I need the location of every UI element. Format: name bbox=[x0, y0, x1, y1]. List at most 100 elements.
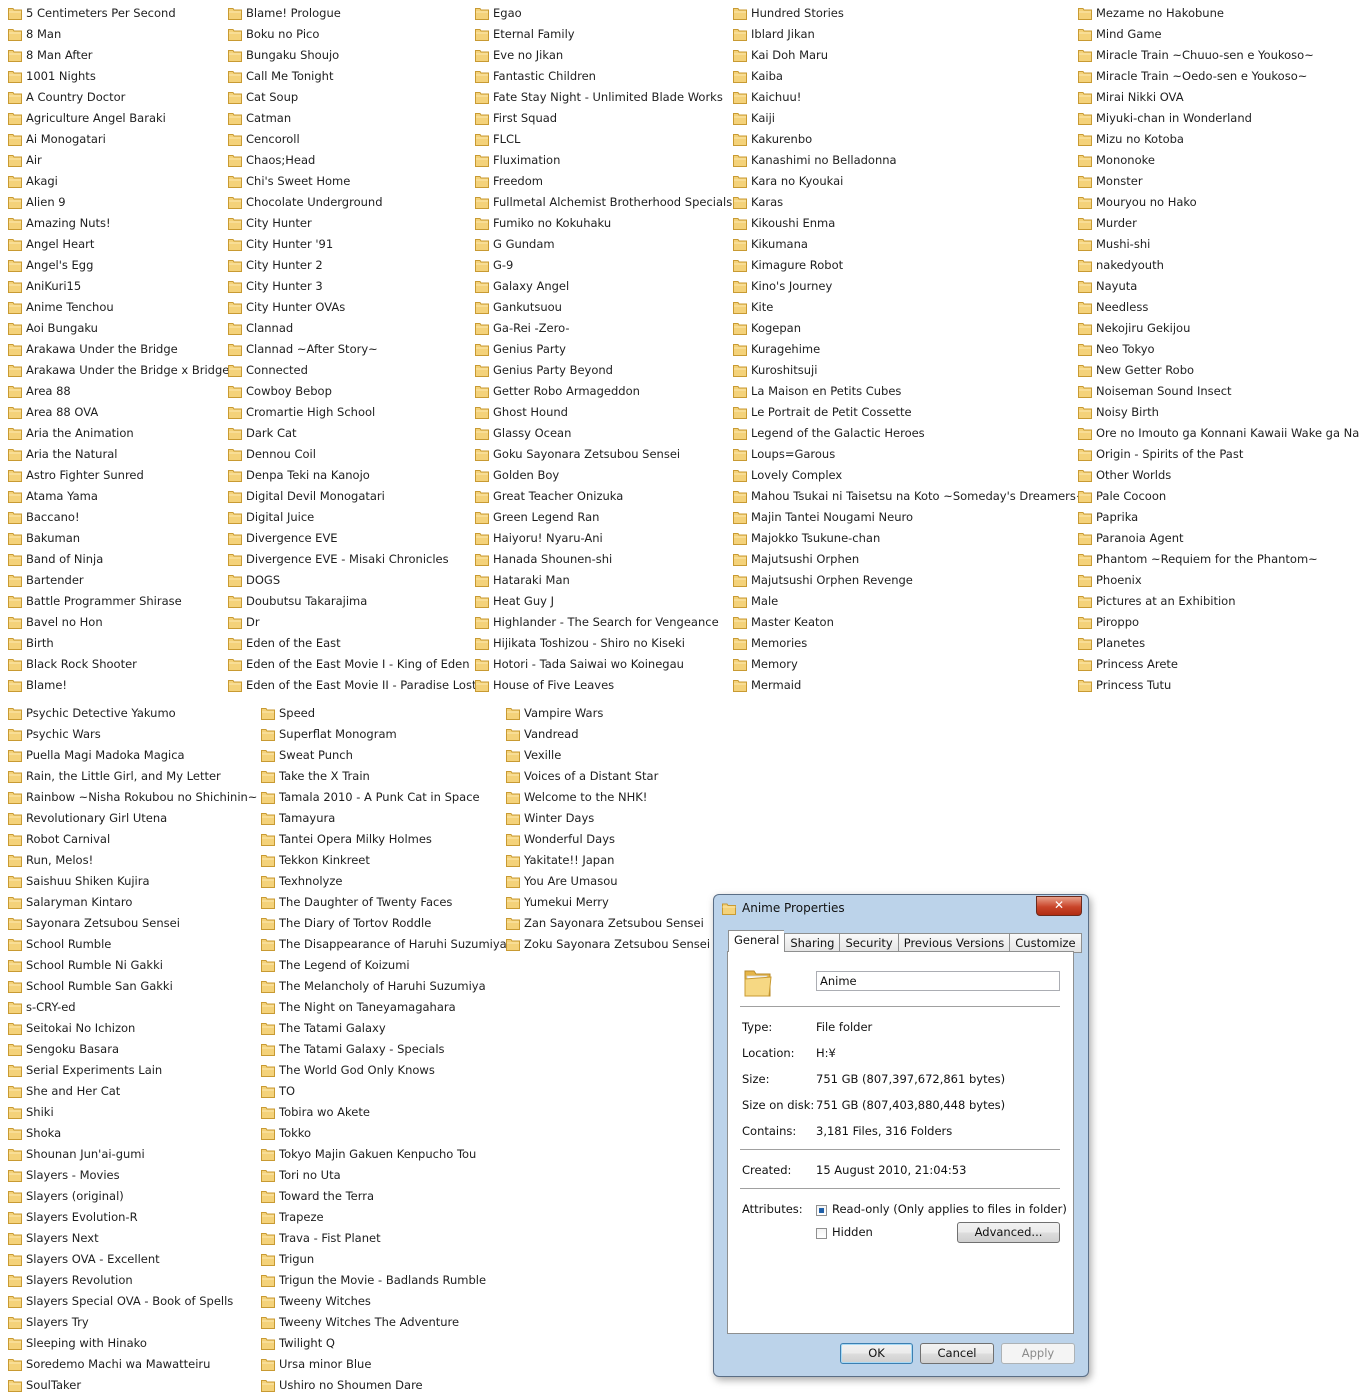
folder-item[interactable]: Amazing Nuts! bbox=[8, 213, 229, 234]
tab-security[interactable]: Security bbox=[839, 933, 898, 953]
folder-item[interactable]: Master Keaton bbox=[733, 612, 1086, 633]
folder-item[interactable]: Kimagure Robot bbox=[733, 255, 1086, 276]
folder-item[interactable]: Majin Tantei Nougami Neuro bbox=[733, 507, 1086, 528]
folder-name-input[interactable] bbox=[816, 971, 1060, 991]
folder-item[interactable]: Psychic Detective Yakumo bbox=[8, 703, 257, 724]
folder-item[interactable]: The Tatami Galaxy - Specials bbox=[261, 1039, 507, 1060]
folder-item[interactable]: Arakawa Under the Bridge bbox=[8, 339, 229, 360]
folder-item[interactable]: Revolutionary Girl Utena bbox=[8, 808, 257, 829]
folder-item[interactable]: Ore no Imouto ga Konnani Kawaii Wake ga … bbox=[1078, 423, 1360, 444]
folder-item[interactable]: Superflat Monogram bbox=[261, 724, 507, 745]
folder-item[interactable]: Tori no Uta bbox=[261, 1165, 507, 1186]
folder-item[interactable]: 5 Centimeters Per Second bbox=[8, 3, 229, 24]
folder-item[interactable]: Mononoke bbox=[1078, 150, 1360, 171]
folder-item[interactable]: Bavel no Hon bbox=[8, 612, 229, 633]
folder-item[interactable]: s-CRY-ed bbox=[8, 997, 257, 1018]
folder-item[interactable]: Zoku Sayonara Zetsubou Sensei bbox=[506, 934, 710, 955]
folder-item[interactable]: Fantastic Children bbox=[475, 66, 732, 87]
folder-item[interactable]: Baccano! bbox=[8, 507, 229, 528]
folder-item[interactable]: Goku Sayonara Zetsubou Sensei bbox=[475, 444, 732, 465]
folder-item[interactable]: Serial Experiments Lain bbox=[8, 1060, 257, 1081]
folder-item[interactable]: Trapeze bbox=[261, 1207, 507, 1228]
folder-item[interactable]: She and Her Cat bbox=[8, 1081, 257, 1102]
folder-item[interactable]: Genius Party bbox=[475, 339, 732, 360]
folder-item[interactable]: Mezame no Hakobune bbox=[1078, 3, 1360, 24]
folder-item[interactable]: Green Legend Ran bbox=[475, 507, 732, 528]
folder-item[interactable]: Golden Boy bbox=[475, 465, 732, 486]
folder-item[interactable]: Kikumana bbox=[733, 234, 1086, 255]
folder-item[interactable]: Tweeny Witches The Adventure bbox=[261, 1312, 507, 1333]
folder-item[interactable]: DOGS bbox=[228, 570, 476, 591]
folder-item[interactable]: Arakawa Under the Bridge x Bridge bbox=[8, 360, 229, 381]
folder-item[interactable]: Freedom bbox=[475, 171, 732, 192]
folder-item[interactable]: Fullmetal Alchemist Brotherhood Specials bbox=[475, 192, 732, 213]
folder-item[interactable]: Mahou Tsukai ni Taisetsu na Koto ~Someda… bbox=[733, 486, 1086, 507]
folder-item[interactable]: 8 Man After bbox=[8, 45, 229, 66]
folder-item[interactable]: Kai Doh Maru bbox=[733, 45, 1086, 66]
folder-item[interactable]: Origin - Spirits of the Past bbox=[1078, 444, 1360, 465]
folder-item[interactable]: Tweeny Witches bbox=[261, 1291, 507, 1312]
folder-item[interactable]: G-9 bbox=[475, 255, 732, 276]
folder-item[interactable]: Aoi Bungaku bbox=[8, 318, 229, 339]
folder-item[interactable]: School Rumble Ni Gakki bbox=[8, 955, 257, 976]
folder-item[interactable]: Heat Guy J bbox=[475, 591, 732, 612]
folder-item[interactable]: Trigun the Movie - Badlands Rumble bbox=[261, 1270, 507, 1291]
folder-item[interactable]: Bakuman bbox=[8, 528, 229, 549]
folder-item[interactable]: Needless bbox=[1078, 297, 1360, 318]
folder-item[interactable]: Chi's Sweet Home bbox=[228, 171, 476, 192]
folder-item[interactable]: Tamayura bbox=[261, 808, 507, 829]
folder-item[interactable]: Paprika bbox=[1078, 507, 1360, 528]
folder-item[interactable]: Sleeping with Hinako bbox=[8, 1333, 257, 1354]
folder-item[interactable]: Puella Magi Madoka Magica bbox=[8, 745, 257, 766]
folder-item[interactable]: Mizu no Kotoba bbox=[1078, 129, 1360, 150]
folder-item[interactable]: Paranoia Agent bbox=[1078, 528, 1360, 549]
folder-item[interactable]: Lovely Complex bbox=[733, 465, 1086, 486]
folder-item[interactable]: The Legend of Koizumi bbox=[261, 955, 507, 976]
folder-item[interactable]: Atama Yama bbox=[8, 486, 229, 507]
folder-item[interactable]: Shoka bbox=[8, 1123, 257, 1144]
folder-item[interactable]: Clannad bbox=[228, 318, 476, 339]
folder-item[interactable]: Trigun bbox=[261, 1249, 507, 1270]
folder-item[interactable]: Angel Heart bbox=[8, 234, 229, 255]
folder-item[interactable]: The World God Only Knows bbox=[261, 1060, 507, 1081]
folder-item[interactable]: The Diary of Tortov Roddle bbox=[261, 913, 507, 934]
folder-item[interactable]: Sweat Punch bbox=[261, 745, 507, 766]
folder-item[interactable]: Saishuu Shiken Kujira bbox=[8, 871, 257, 892]
folder-item[interactable]: Dark Cat bbox=[228, 423, 476, 444]
folder-item[interactable]: Glassy Ocean bbox=[475, 423, 732, 444]
folder-item[interactable]: Aria the Animation bbox=[8, 423, 229, 444]
folder-item[interactable]: Piroppo bbox=[1078, 612, 1360, 633]
folder-item[interactable]: Kikoushi Enma bbox=[733, 213, 1086, 234]
folder-item[interactable]: Soredemo Machi wa Mawatteiru bbox=[8, 1354, 257, 1375]
folder-item[interactable]: Kanashimi no Belladonna bbox=[733, 150, 1086, 171]
folder-item[interactable]: Mind Game bbox=[1078, 24, 1360, 45]
folder-item[interactable]: Eve no Jikan bbox=[475, 45, 732, 66]
folder-item[interactable]: Connected bbox=[228, 360, 476, 381]
folder-item[interactable]: Yakitate!! Japan bbox=[506, 850, 710, 871]
folder-item[interactable]: Gankutsuou bbox=[475, 297, 732, 318]
folder-item[interactable]: Divergence EVE bbox=[228, 528, 476, 549]
folder-item[interactable]: SoulTaker bbox=[8, 1375, 257, 1396]
folder-item[interactable]: Cowboy Bebop bbox=[228, 381, 476, 402]
folder-item[interactable]: Majokko Tsukune-chan bbox=[733, 528, 1086, 549]
folder-item[interactable]: Cromartie High School bbox=[228, 402, 476, 423]
folder-item[interactable]: The Tatami Galaxy bbox=[261, 1018, 507, 1039]
folder-item[interactable]: Speed bbox=[261, 703, 507, 724]
folder-item[interactable]: Ushiro no Shoumen Dare bbox=[261, 1375, 507, 1396]
folder-item[interactable]: Winter Days bbox=[506, 808, 710, 829]
folder-item[interactable]: Aria the Natural bbox=[8, 444, 229, 465]
folder-item[interactable]: Majutsushi Orphen Revenge bbox=[733, 570, 1086, 591]
tab-sharing[interactable]: Sharing bbox=[784, 933, 840, 953]
folder-item[interactable]: Vampire Wars bbox=[506, 703, 710, 724]
folder-item[interactable]: Ursa minor Blue bbox=[261, 1354, 507, 1375]
folder-item[interactable]: Slayers Try bbox=[8, 1312, 257, 1333]
folder-item[interactable]: City Hunter 2 bbox=[228, 255, 476, 276]
folder-item[interactable]: Zan Sayonara Zetsubou Sensei bbox=[506, 913, 710, 934]
folder-item[interactable]: Miracle Train ~Oedo-sen e Youkoso~ bbox=[1078, 66, 1360, 87]
folder-item[interactable]: Slayers Special OVA - Book of Spells bbox=[8, 1291, 257, 1312]
folder-item[interactable]: Cencoroll bbox=[228, 129, 476, 150]
folder-item[interactable]: Fluximation bbox=[475, 150, 732, 171]
folder-item[interactable]: Texhnolyze bbox=[261, 871, 507, 892]
folder-item[interactable]: Loups=Garous bbox=[733, 444, 1086, 465]
folder-item[interactable]: Anime Tenchou bbox=[8, 297, 229, 318]
